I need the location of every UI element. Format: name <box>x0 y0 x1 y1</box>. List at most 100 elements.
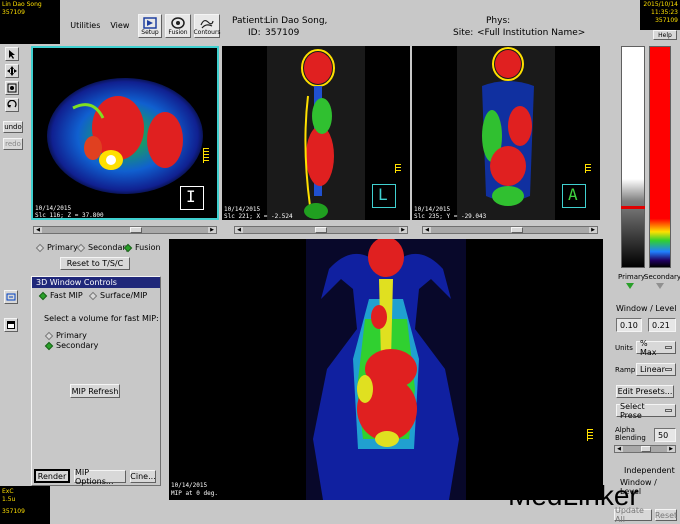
scroll-right-icon[interactable]: ▶ <box>589 227 597 233</box>
top-right-date: 2015/10/14 <box>643 1 678 8</box>
alpha-field[interactable]: 50 <box>654 428 676 442</box>
setup-button[interactable]: Setup <box>138 14 162 38</box>
patient-name: Lin Dao Song, <box>265 16 328 26</box>
scroll-right-icon[interactable]: ▶ <box>208 227 216 233</box>
primary-colorbar[interactable] <box>621 46 645 268</box>
scroll-right-icon[interactable]: ▶ <box>399 227 407 233</box>
window-level-label: Window / Level <box>616 304 677 313</box>
slider-right-icon[interactable]: ▶ <box>667 446 675 452</box>
mip-options-label: MIP Options... <box>75 467 114 486</box>
radio-off-icon <box>35 243 45 252</box>
select-preset-dropdown[interactable]: Select Prese <box>616 401 676 420</box>
redo-button[interactable]: redo <box>3 138 23 150</box>
volume-secondary-label: Secondary <box>56 341 99 350</box>
sagittal-slice: Slc 221; X = -2.524 <box>224 213 293 220</box>
transverse-slice: Slc 116; Z = 37.800 <box>35 212 104 219</box>
sagittal-view[interactable]: L 10/14/2015 Slc 221; X = -2.524 <box>222 46 410 220</box>
fast-mip-radio[interactable]: Fast MIP <box>38 291 83 300</box>
pan-tool-button[interactable] <box>5 64 19 78</box>
render-button[interactable]: Render <box>34 469 70 483</box>
watermark: MedLinker <box>508 480 639 511</box>
units-dropdown[interactable]: % Max <box>636 338 676 357</box>
transverse-scroll-thumb[interactable] <box>130 227 142 233</box>
mip-options-button[interactable]: MIP Options... <box>74 467 126 486</box>
dropdown-icon <box>665 346 672 349</box>
window-controls-title: 3D Window Controls <box>32 277 160 288</box>
fusion-button[interactable]: Fusion <box>165 14 191 38</box>
menu-file[interactable]: File <box>6 21 19 30</box>
rotate-icon <box>7 100 17 108</box>
menu-bar: File Options Utilities View <box>6 21 139 30</box>
transverse-date: 10/14/2015 <box>35 205 72 212</box>
mip-refresh-button[interactable]: MIP Refresh <box>70 384 120 398</box>
sagittal-scroll-thumb[interactable] <box>315 227 327 233</box>
secondary-select-icon[interactable] <box>656 283 664 289</box>
rotate-tool-button[interactable] <box>5 98 19 112</box>
layout-tool-button[interactable] <box>4 290 18 304</box>
cine-label: Cine... <box>130 472 156 481</box>
coronal-scrollbar[interactable]: ◀ ▶ <box>422 226 598 234</box>
reset-tsc-button[interactable]: Reset to T/S/C <box>60 257 130 270</box>
mip-date: 10/14/2015 <box>171 482 208 489</box>
transverse-view[interactable]: I 10/14/2015 Slc 116; Z = 37.800 <box>31 46 219 220</box>
radio-off-icon <box>76 243 86 252</box>
volume-secondary-radio[interactable]: Secondary <box>44 341 99 350</box>
contours-button[interactable]: Contours <box>193 14 221 38</box>
radio-on-icon <box>38 291 48 300</box>
level-field[interactable]: 0.21 <box>648 318 676 332</box>
transverse-scrollbar[interactable]: ◀ ▶ <box>33 226 217 234</box>
help-label: Help <box>658 31 672 39</box>
alpha-slider[interactable]: ◀ ▶ <box>614 445 676 453</box>
surface-mip-label: Surface/MIP <box>100 291 148 300</box>
mip-view[interactable]: 10/14/2015 MIP at 0 deg. <box>169 239 603 500</box>
scroll-left-icon[interactable]: ◀ <box>423 227 431 233</box>
contours-label: Contours <box>193 28 221 36</box>
window-field[interactable]: 0.10 <box>616 318 642 332</box>
display-fusion-label: Fusion <box>135 243 161 252</box>
surface-mip-radio[interactable]: Surface/MIP <box>88 291 148 300</box>
scroll-left-icon[interactable]: ◀ <box>34 227 42 233</box>
select-tool-button[interactable] <box>5 47 19 61</box>
scroll-left-icon[interactable]: ◀ <box>235 227 243 233</box>
coronal-date: 10/14/2015 <box>414 206 451 213</box>
volume-primary-label: Primary <box>56 331 87 340</box>
site-label: Site: <box>453 28 474 38</box>
edit-presets-button[interactable]: Edit Presets... <box>616 385 674 398</box>
ramp-dropdown[interactable]: Linear <box>636 363 676 376</box>
redo-label: redo <box>5 140 21 148</box>
sagittal-scrollbar[interactable]: ◀ ▶ <box>234 226 408 234</box>
undo-button[interactable]: undo <box>3 121 23 133</box>
cine-button[interactable]: Cine... <box>130 470 156 483</box>
help-button[interactable]: Help <box>653 30 677 40</box>
display-fusion-radio[interactable]: Fusion <box>123 243 161 252</box>
zoom-tool-button[interactable] <box>5 81 19 95</box>
units-label: Units <box>615 344 633 352</box>
display-primary-radio[interactable]: Primary <box>35 243 78 252</box>
menu-utilities[interactable]: Utilities <box>70 21 100 30</box>
select-preset-label: Select Prese <box>620 401 645 420</box>
capture-tool-button[interactable] <box>4 318 18 332</box>
alpha-slider-thumb[interactable] <box>641 446 651 452</box>
zoom-icon <box>7 83 17 93</box>
coronal-slice: Slc 235; Y = -29.043 <box>414 213 487 220</box>
bottom-left-line2: 1.5u <box>2 496 16 503</box>
render-label: Render <box>37 471 67 481</box>
primary-select-icon[interactable] <box>626 283 634 289</box>
transverse-ruler <box>203 148 209 163</box>
coronal-view[interactable]: A 10/14/2015 Slc 235; Y = -29.043 <box>412 46 600 220</box>
reset-button[interactable]: Reset <box>655 509 677 521</box>
units-value: % Max <box>640 338 657 357</box>
menu-view[interactable]: View <box>110 21 129 30</box>
slider-left-icon[interactable]: ◀ <box>615 446 623 452</box>
coronal-scroll-thumb[interactable] <box>511 227 523 233</box>
layout-icon <box>6 293 16 301</box>
reset-label: Reset <box>654 510 678 520</box>
secondary-colorbar[interactable] <box>649 46 671 268</box>
ramp-value: Linear <box>640 365 665 374</box>
transverse-orient: I <box>186 187 196 206</box>
volume-primary-radio[interactable]: Primary <box>44 331 87 340</box>
menu-options[interactable]: Options <box>29 21 60 30</box>
window-controls-panel: 3D Window Controls <box>31 276 161 486</box>
colorbar-secondary-label: Secondary <box>644 273 680 281</box>
primary-colorbar-marker[interactable] <box>621 206 645 209</box>
